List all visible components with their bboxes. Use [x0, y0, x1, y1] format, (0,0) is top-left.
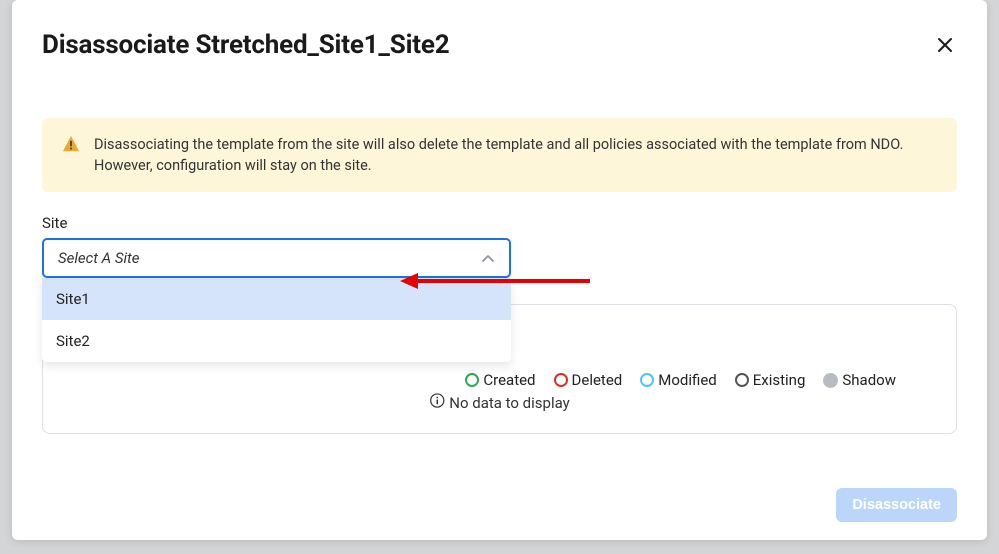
legend-existing: Existing [735, 371, 806, 389]
legend-created-label: Created [483, 371, 535, 389]
warning-banner: Disassociating the template from the sit… [42, 118, 957, 192]
created-icon [465, 373, 479, 387]
modified-icon [640, 373, 654, 387]
info-icon [429, 393, 444, 412]
site-select[interactable]: Select A Site [42, 238, 511, 278]
legend: Created Deleted Modified Existing Shadow [465, 371, 896, 389]
warning-text: Disassociating the template from the sit… [94, 134, 937, 176]
site-dropdown: Site1 Site2 [42, 278, 511, 362]
site-option-site2[interactable]: Site2 [42, 320, 511, 362]
shadow-icon [823, 373, 838, 388]
no-data-text: No data to display [449, 394, 569, 412]
no-data-message: No data to display [429, 393, 569, 412]
chevron-up-icon [481, 249, 495, 268]
modal-header: Disassociate Stretched_Site1_Site2 [42, 30, 957, 60]
deleted-icon [554, 373, 568, 387]
legend-deleted-label: Deleted [572, 371, 623, 389]
site-option-site1[interactable]: Site1 [42, 278, 511, 320]
legend-modified-label: Modified [658, 371, 716, 389]
legend-modified: Modified [640, 371, 716, 389]
legend-existing-label: Existing [753, 371, 806, 389]
disassociate-modal: Disassociate Stretched_Site1_Site2 Disas… [12, 0, 987, 540]
disassociate-button[interactable]: Disassociate [836, 488, 957, 522]
legend-created: Created [465, 371, 535, 389]
legend-shadow: Shadow [823, 371, 896, 389]
legend-deleted: Deleted [554, 371, 623, 389]
page-title: Disassociate Stretched_Site1_Site2 [42, 30, 449, 60]
site-label: Site [42, 214, 957, 232]
close-icon[interactable] [933, 34, 957, 60]
site-select-placeholder: Select A Site [58, 249, 140, 267]
modal-footer: Disassociate [42, 478, 957, 522]
site-select-wrap: Select A Site Site1 Site2 [42, 238, 511, 278]
warning-icon [62, 135, 80, 157]
legend-shadow-label: Shadow [842, 371, 896, 389]
existing-icon [735, 373, 749, 387]
